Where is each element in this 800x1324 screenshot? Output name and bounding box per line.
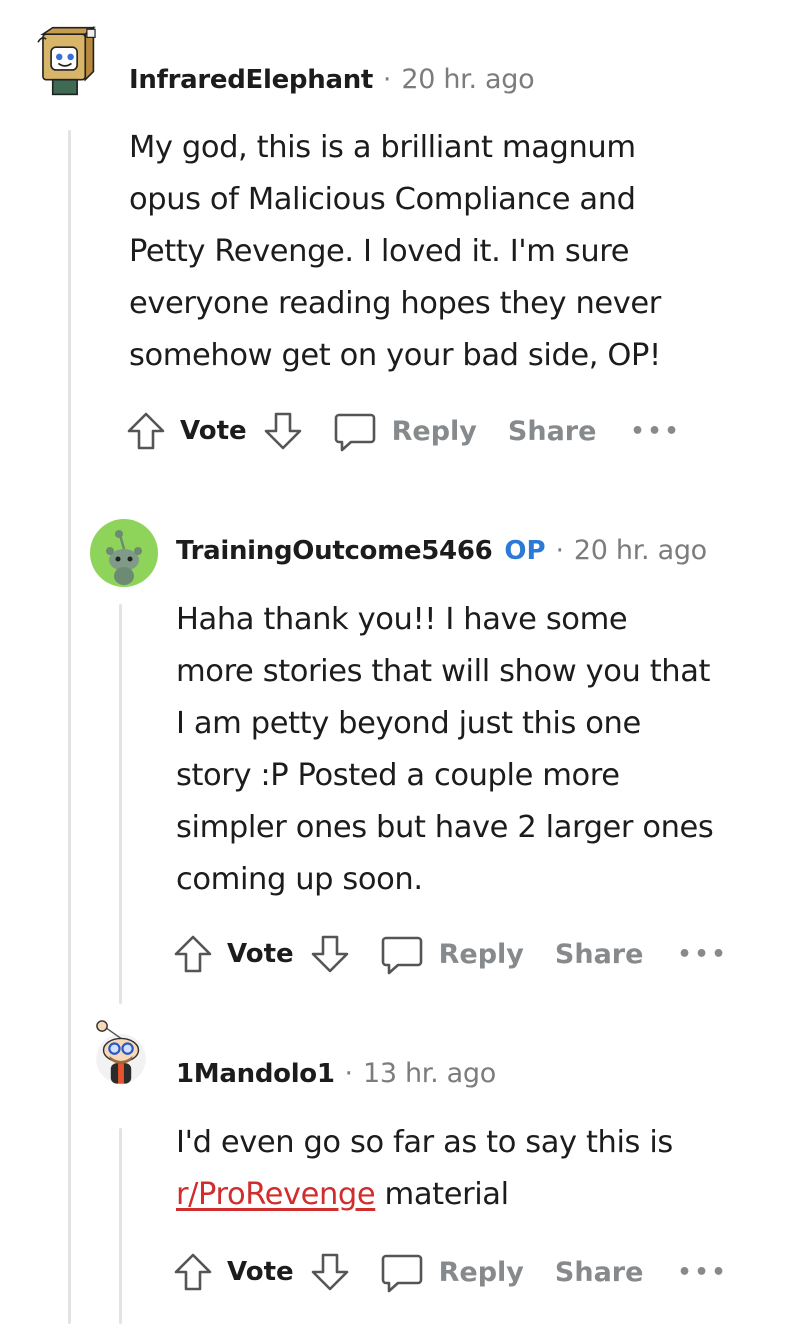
body-line: I am petty beyond just this one (176, 706, 641, 741)
downvote-icon[interactable] (261, 409, 305, 453)
body-text-rest: material (375, 1177, 510, 1212)
upvote-icon[interactable] (171, 1250, 215, 1294)
avatar[interactable] (34, 26, 114, 112)
body-line: r/ProRevenge material (176, 1169, 776, 1221)
box-robot-avatar-icon (37, 26, 96, 96)
vote-count: Vote (180, 416, 247, 446)
more-options-button[interactable]: ••• (677, 942, 728, 967)
thread-line-level-1[interactable] (68, 130, 71, 1324)
separator-dot: · (344, 1058, 353, 1089)
vote-count: Vote (227, 1257, 294, 1287)
reply-bubble-icon (380, 1250, 424, 1294)
body-line: coming up soon. (176, 862, 423, 897)
reply-button[interactable]: Reply (380, 932, 524, 976)
reply-label: Reply (438, 938, 524, 970)
reply-bubble-icon (380, 932, 424, 976)
body-line: My god, this is a brilliant magnum (129, 130, 636, 165)
thread-line-level-3[interactable] (119, 1128, 122, 1324)
timestamp[interactable]: 13 hr. ago (363, 1058, 496, 1089)
body-line: everyone reading hopes they never (129, 286, 661, 321)
body-line: Haha thank you!! I have some (176, 602, 628, 637)
reply-bubble-icon (333, 409, 377, 453)
more-options-button[interactable]: ••• (630, 419, 681, 444)
comment-actions: Vote Reply Share ••• (171, 924, 729, 984)
subreddit-link[interactable]: r/ProRevenge (176, 1177, 376, 1212)
reply-button[interactable]: Reply (380, 1250, 524, 1294)
timestamp[interactable]: 20 hr. ago (401, 64, 534, 95)
reply-label: Reply (438, 1256, 524, 1288)
avatar[interactable] (89, 518, 159, 588)
comment-body: My god, this is a brilliant magnum opus … (129, 122, 749, 382)
comment-body: Haha thank you!! I have some more storie… (176, 594, 776, 906)
upvote-icon[interactable] (124, 409, 168, 453)
thread-line-level-2[interactable] (119, 604, 122, 1004)
comment-actions: Vote Reply Share ••• (171, 1242, 729, 1302)
comment-header: TrainingOutcome5466 OP · 20 hr. ago (176, 535, 707, 566)
comment-header: InfraredElephant · 20 hr. ago (129, 64, 535, 95)
body-line: Petty Revenge. I loved it. I'm sure (129, 234, 630, 269)
comment-header: 1Mandolo1 · 13 hr. ago (176, 1058, 496, 1089)
upvote-icon[interactable] (171, 932, 215, 976)
downvote-icon[interactable] (308, 932, 352, 976)
op-badge: OP (504, 535, 546, 566)
share-button[interactable]: Share (555, 1257, 644, 1288)
separator-dot: · (555, 535, 564, 566)
share-button[interactable]: Share (555, 939, 644, 970)
snoo-green-avatar-icon (90, 519, 158, 587)
reply-button[interactable]: Reply (333, 409, 477, 453)
share-button[interactable]: Share (508, 416, 597, 447)
separator-dot: · (383, 64, 392, 95)
timestamp[interactable]: 20 hr. ago (574, 535, 707, 566)
author-name[interactable]: 1Mandolo1 (176, 1059, 335, 1089)
body-line: more stories that will show you that (176, 654, 711, 689)
reply-label: Reply (391, 415, 477, 447)
body-line: somehow get on your bad side, OP! (129, 338, 661, 373)
comment-body: I'd even go so far as to say this is r/P… (176, 1117, 776, 1221)
snoo-glasses-avatar-icon (96, 1020, 146, 1084)
body-line: simpler ones but have 2 larger ones (176, 810, 714, 845)
author-name[interactable]: InfraredElephant (129, 65, 373, 95)
body-line: opus of Malicious Compliance and (129, 182, 636, 217)
vote-count: Vote (227, 939, 294, 969)
avatar[interactable] (86, 1018, 162, 1114)
body-line: story :P Posted a couple more (176, 758, 620, 793)
body-line: I'd even go so far as to say this is (176, 1125, 673, 1160)
comment-actions: Vote Reply Share ••• (124, 401, 682, 461)
downvote-icon[interactable] (308, 1250, 352, 1294)
author-name[interactable]: TrainingOutcome5466 (176, 536, 493, 566)
more-options-button[interactable]: ••• (677, 1260, 728, 1285)
